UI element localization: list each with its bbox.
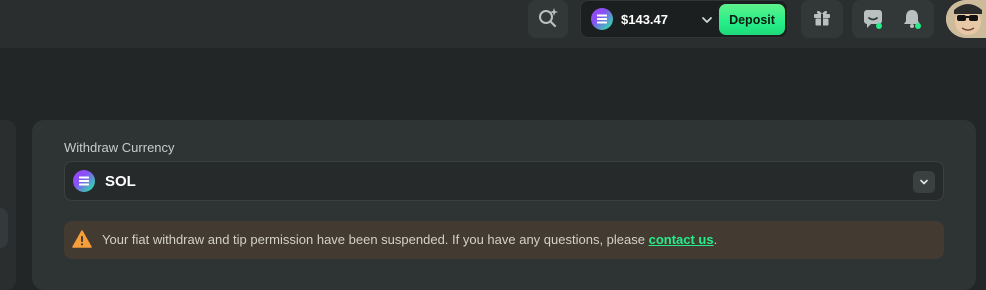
warning-icon: [72, 230, 92, 253]
chevron-down-icon[interactable]: [701, 13, 713, 31]
search-sparkle-icon: [537, 6, 559, 33]
search-button[interactable]: [528, 0, 568, 38]
wallet-balance-widget: $143.47 Deposit: [580, 0, 788, 38]
gift-icon: [812, 7, 832, 32]
notice-suffix: .: [713, 232, 718, 247]
chat-notification-group: [852, 0, 934, 38]
chat-icon[interactable]: [863, 8, 883, 35]
left-panel-item[interactable]: [0, 208, 8, 248]
contact-us-link[interactable]: contact us: [649, 232, 714, 247]
top-navigation-bar: $143.47 Deposit: [0, 0, 986, 48]
withdraw-panel: Withdraw Currency SOL Your fiat withdraw…: [32, 120, 976, 290]
notice-message: Your fiat withdraw and tip permission ha…: [102, 232, 717, 247]
notice-text: Your fiat withdraw and tip permission ha…: [102, 232, 649, 247]
withdraw-currency-label: Withdraw Currency: [64, 140, 175, 155]
rewards-button[interactable]: [801, 0, 843, 38]
user-avatar[interactable]: [946, 0, 986, 38]
notification-bell-icon[interactable]: [902, 8, 922, 35]
left-panel: [0, 120, 16, 290]
sol-coin-icon: [591, 8, 613, 30]
deposit-button[interactable]: Deposit: [719, 4, 785, 35]
currency-select[interactable]: SOL: [64, 161, 944, 201]
selected-currency: SOL: [105, 173, 136, 190]
suspension-notice: Your fiat withdraw and tip permission ha…: [64, 221, 944, 259]
sol-coin-icon: [73, 170, 95, 192]
wallet-balance[interactable]: $143.47: [621, 12, 668, 27]
chevron-down-icon[interactable]: [913, 171, 935, 193]
